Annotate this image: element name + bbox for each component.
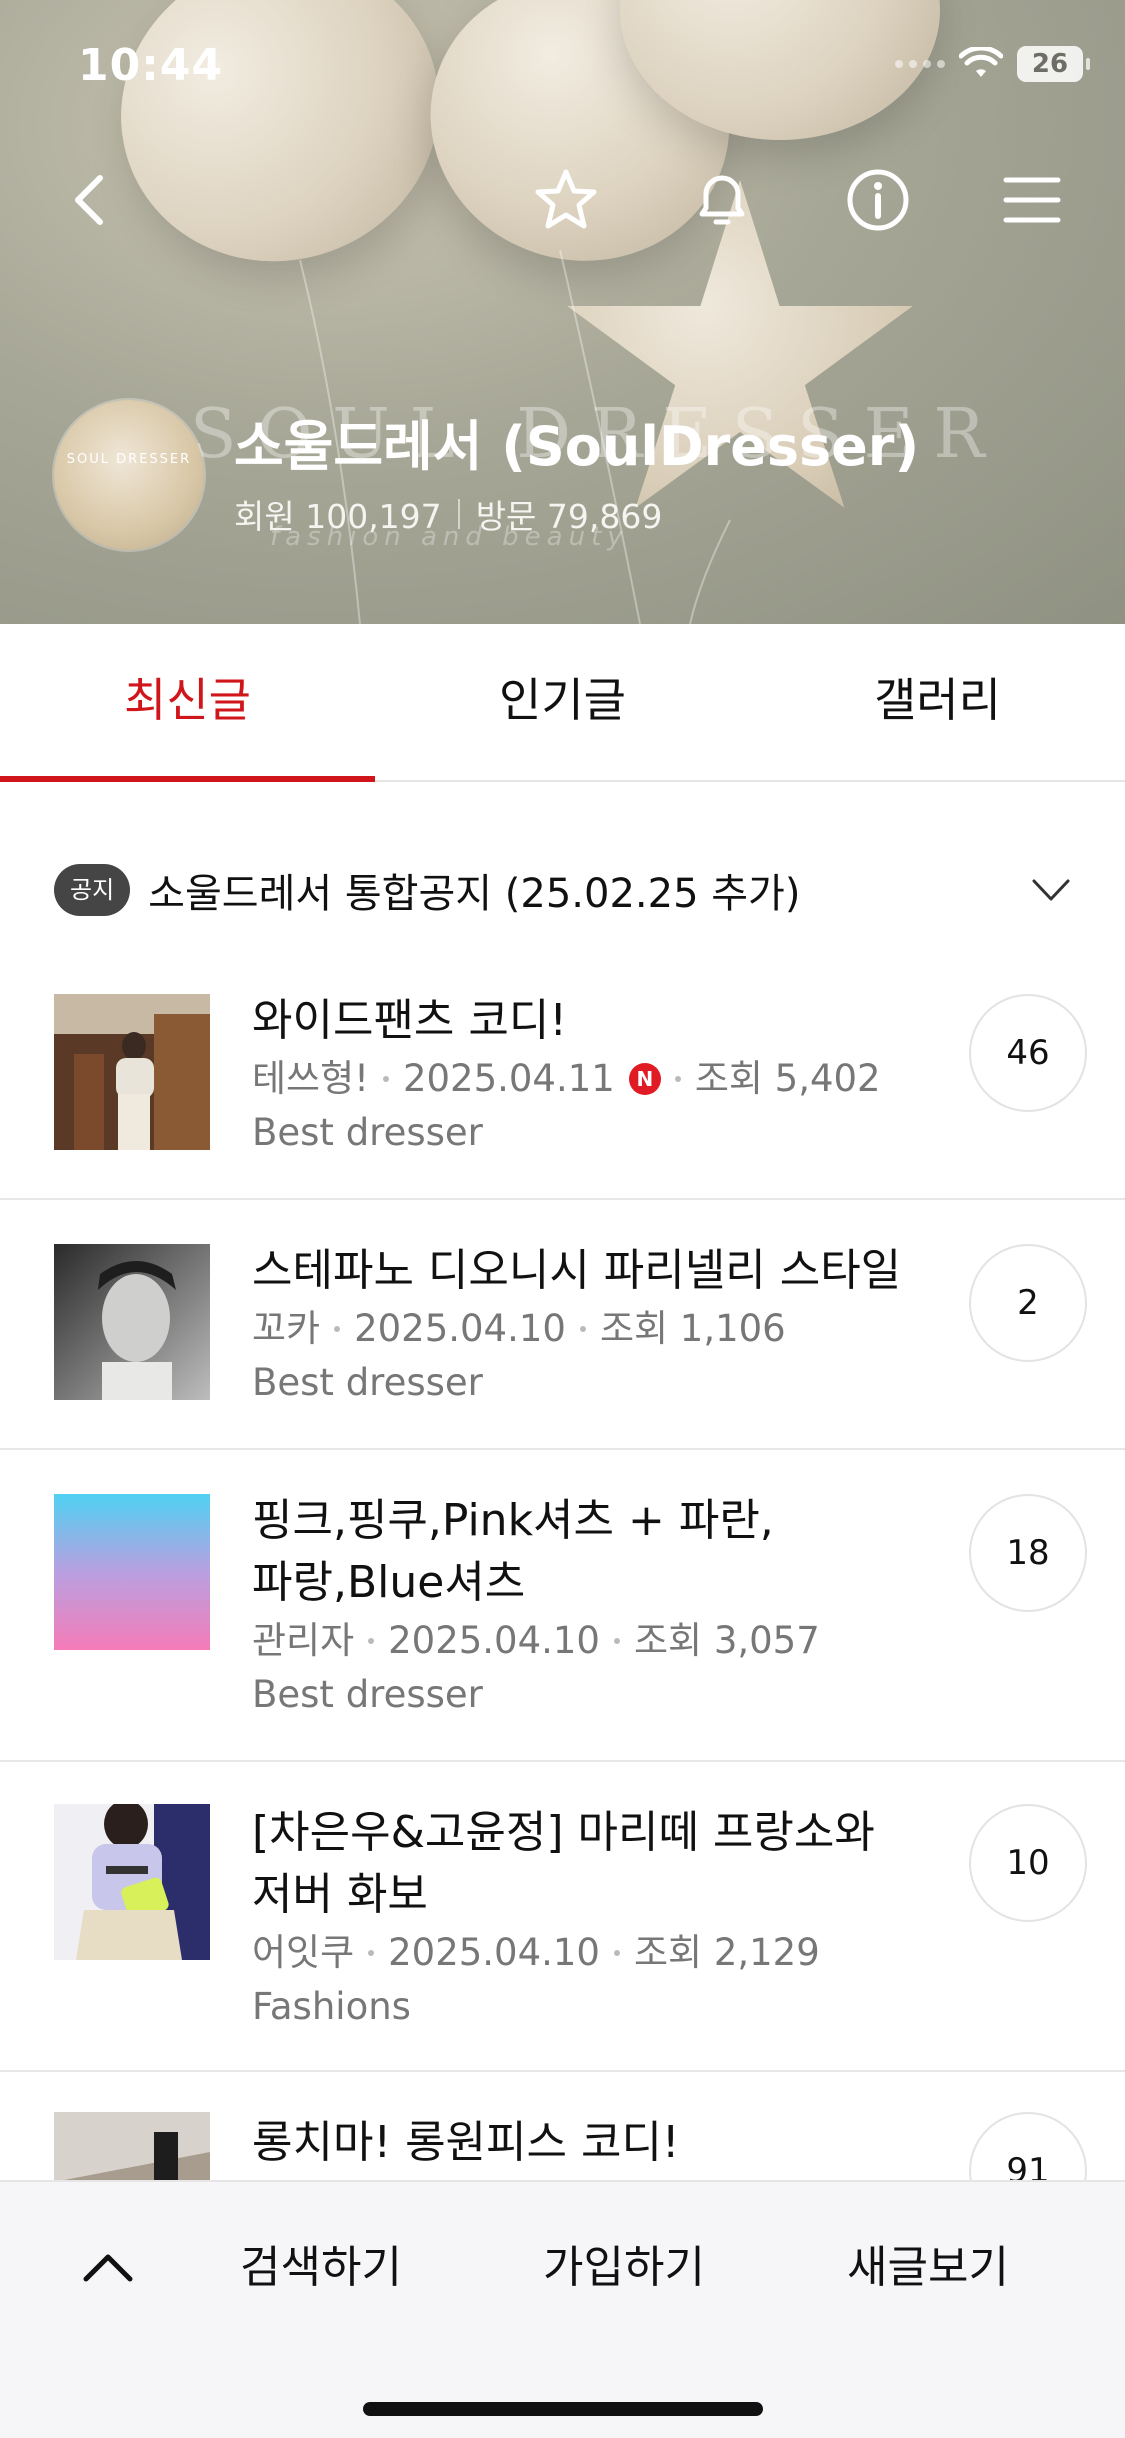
post-board: Best dresser — [252, 1673, 483, 1716]
notice-row[interactable]: 공지 소울드레서 통합공지 (25.02.25 추가) — [54, 860, 1074, 920]
post-thumbnail — [54, 1494, 210, 1650]
chevron-down-icon[interactable] — [1028, 867, 1074, 913]
post-views: 조회 3,057 — [633, 1619, 820, 1662]
notification-button[interactable] — [682, 160, 762, 240]
post-meta: 꼬카 2025.04.10 조회 1,106 — [252, 1302, 932, 1356]
tab-gallery[interactable]: 갤러리 — [750, 624, 1125, 780]
comment-count[interactable]: 2 — [969, 1244, 1087, 1362]
favorite-button[interactable] — [526, 160, 606, 240]
post-date: 2025.04.10 — [388, 1619, 600, 1662]
cafe-header: SOUL DRESSER fashion and beauty 10:44 26… — [0, 0, 1125, 624]
notice-badge: 공지 — [54, 864, 131, 916]
post-title: [차은우&고윤정] 마리떼 프랑소와 저버 화보 — [252, 1807, 875, 1920]
post-title: 스테파노 디오니시 파리넬리 스타일 — [252, 1245, 902, 1296]
post-board: Best dresser — [252, 1361, 483, 1404]
post-date: 2025.04.10 — [388, 1931, 600, 1974]
meta-separator — [334, 1326, 341, 1332]
post-item[interactable]: 핑크,핑쿠,Pink셔츠 + 파란,파랑,Blue셔츠 관리자 2025.04.… — [0, 1450, 1125, 1762]
post-meta: 관리자 2025.04.10 조회 3,057 — [252, 1614, 932, 1668]
post-item[interactable]: [차은우&고윤정] 마리떼 프랑소와 저버 화보 어잇쿠 2025.04.10 … — [0, 1762, 1125, 2072]
new-posts-button[interactable]: 새글보기 — [847, 2230, 1009, 2306]
back-button[interactable] — [52, 160, 132, 240]
avatar-logo-text: SOUL DRESSER — [66, 452, 192, 467]
new-badge-icon: N — [628, 1063, 661, 1095]
post-title: 롱치마! 롱원피스 코디! — [252, 2117, 680, 2168]
cafe-name: 소울드레서 (SoulDresser) — [234, 415, 920, 478]
battery-icon: 26 — [1017, 46, 1090, 82]
comment-count[interactable]: 18 — [969, 1494, 1087, 1612]
cafe-stats: 회원 100,197 방문 79,869 — [234, 490, 919, 538]
post-date: 2025.04.10 — [354, 1307, 566, 1350]
wifi-icon — [959, 47, 1003, 77]
status-icons: 26 — [895, 46, 1090, 82]
post-item[interactable]: 와이드팬츠 코디! 테쓰형! 2025.04.11 N 조회 5,402 Bes… — [0, 960, 1125, 1200]
cafe-avatar[interactable]: SOUL DRESSER — [54, 400, 204, 550]
comment-count[interactable]: 10 — [969, 1804, 1087, 1922]
scroll-top-icon[interactable] — [76, 2237, 140, 2301]
post-body: [차은우&고윤정] 마리떼 프랑소와 저버 화보 어잇쿠 2025.04.10 … — [252, 1802, 932, 2034]
menu-button[interactable] — [992, 160, 1072, 240]
post-views: 조회 5,402 — [694, 1057, 881, 1100]
post-author: 테쓰형! — [252, 1057, 369, 1100]
board-tabs: 최신글 인기글 갤러리 — [0, 624, 1125, 782]
post-body: 롱치마! 롱원피스 코디! — [252, 2112, 932, 2174]
post-body: 핑크,핑쿠,Pink셔츠 + 파란,파랑,Blue셔츠 관리자 2025.04.… — [252, 1490, 932, 1722]
post-date: 2025.04.11 — [402, 1057, 615, 1100]
post-board: Best dresser — [252, 1111, 483, 1154]
info-icon — [847, 169, 909, 231]
member-count: 회원 100,197 — [234, 497, 442, 536]
post-body: 스테파노 디오니시 파리넬리 스타일 꼬카 2025.04.10 조회 1,10… — [252, 1240, 932, 1410]
post-title: 와이드팬츠 코디! — [252, 995, 567, 1046]
post-meta: 테쓰형! 2025.04.11 N 조회 5,402 — [252, 1052, 932, 1106]
signal-icon — [895, 60, 945, 68]
tab-popular[interactable]: 인기글 — [375, 624, 750, 780]
notice-title: 소울드레서 통합공지 (25.02.25 추가) — [148, 871, 801, 917]
post-author: 꼬카 — [252, 1307, 321, 1350]
visit-count: 방문 79,869 — [475, 497, 663, 536]
cafe-profile: SOUL DRESSER 소울드레서 (SoulDresser) 회원 100,… — [54, 400, 919, 550]
post-author: 어잇쿠 — [252, 1931, 355, 1974]
post-board: Fashions — [252, 1985, 411, 2028]
status-bar: 10:44 26 — [0, 40, 1125, 100]
back-icon — [75, 175, 103, 225]
post-meta: 어잇쿠 2025.04.10 조회 2,129 — [252, 1926, 932, 1980]
bell-icon — [699, 175, 745, 225]
join-button[interactable]: 가입하기 — [543, 2230, 705, 2306]
star-icon — [535, 169, 597, 229]
meta-separator — [613, 1950, 620, 1956]
meta-separator — [368, 1950, 375, 1956]
post-views: 조회 1,106 — [599, 1307, 786, 1350]
home-indicator — [363, 2402, 763, 2416]
bottom-action-bar: 검색하기 가입하기 새글보기 — [0, 2180, 1125, 2438]
cafe-info: 소울드레서 (SoulDresser) 회원 100,197 방문 79,869 — [234, 412, 919, 538]
post-thumbnail — [54, 994, 210, 1150]
post-thumbnail — [54, 1244, 210, 1400]
meta-separator — [674, 1076, 681, 1082]
stats-divider — [457, 499, 460, 529]
post-body: 와이드팬츠 코디! 테쓰형! 2025.04.11 N 조회 5,402 Bes… — [252, 990, 932, 1160]
post-thumbnail — [54, 1804, 210, 1960]
menu-icon — [1003, 177, 1061, 223]
info-button[interactable] — [838, 160, 918, 240]
post-item[interactable]: 스테파노 디오니시 파리넬리 스타일 꼬카 2025.04.10 조회 1,10… — [0, 1200, 1125, 1450]
meta-separator — [382, 1076, 389, 1082]
post-author: 관리자 — [252, 1619, 355, 1662]
post-title: 핑크,핑쿠,Pink셔츠 + 파란,파랑,Blue셔츠 — [252, 1495, 774, 1608]
meta-separator — [579, 1326, 586, 1332]
post-views: 조회 2,129 — [633, 1931, 820, 1974]
meta-separator — [368, 1638, 375, 1644]
tab-latest[interactable]: 최신글 — [0, 624, 375, 782]
search-button[interactable]: 검색하기 — [240, 2230, 402, 2306]
meta-separator — [613, 1638, 620, 1644]
status-time: 10:44 — [78, 40, 224, 91]
comment-count[interactable]: 46 — [969, 994, 1087, 1112]
